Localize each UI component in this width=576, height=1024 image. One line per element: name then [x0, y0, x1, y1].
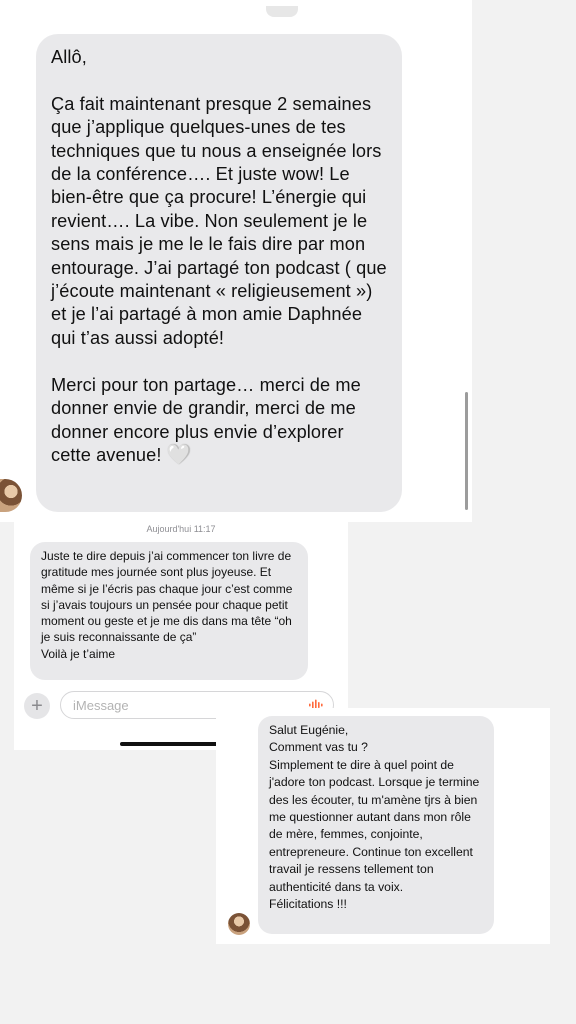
message-text: Allô, Ça fait maintenant presque 2 semai…: [51, 47, 387, 465]
previous-bubble-edge: [266, 6, 298, 17]
message-screenshot-1: Allô, Ça fait maintenant presque 2 semai…: [0, 0, 472, 522]
received-message-bubble: Juste te dire depuis j’ai commencer ton …: [30, 542, 308, 680]
white-heart-emoji: 🤍: [166, 443, 192, 466]
sender-avatar: [0, 479, 22, 512]
scrollbar[interactable]: [465, 392, 468, 510]
message-timestamp: Aujourd'hui 11:17: [146, 524, 216, 534]
received-message-bubble: Allô, Ça fait maintenant presque 2 semai…: [36, 34, 402, 512]
add-attachment-button[interactable]: +: [24, 693, 50, 719]
received-message-bubble: Salut Eugénie, Comment vas tu ? Simpleme…: [258, 716, 494, 934]
message-screenshot-3: Salut Eugénie, Comment vas tu ? Simpleme…: [216, 708, 550, 944]
sender-avatar: [228, 913, 250, 935]
plus-icon: +: [31, 695, 43, 717]
